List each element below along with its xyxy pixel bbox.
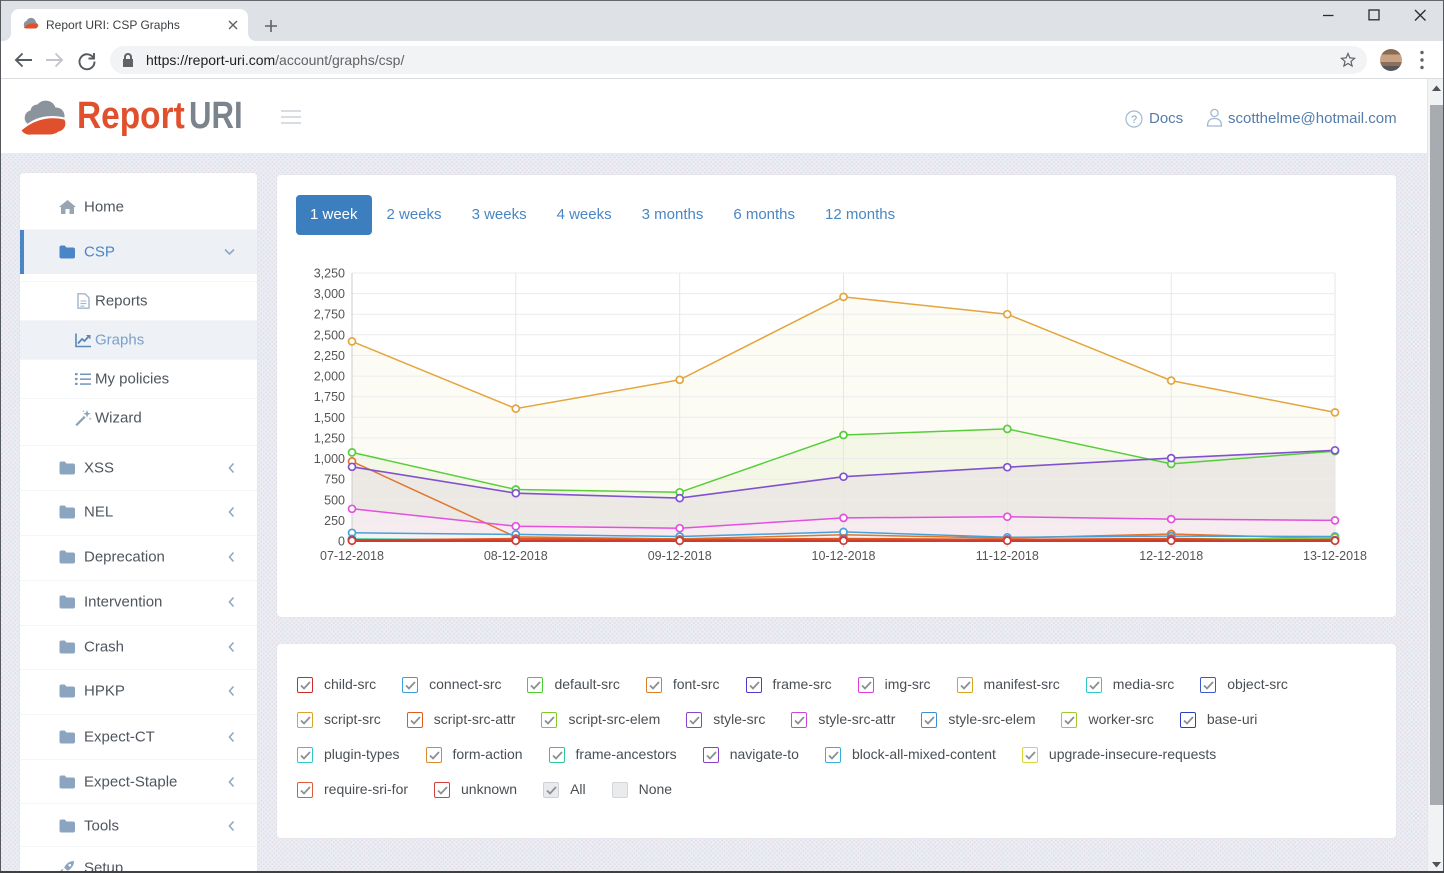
- svg-text:3,000: 3,000: [314, 287, 345, 301]
- svg-text:0: 0: [338, 535, 345, 549]
- svg-text:13-12-2018: 13-12-2018: [1303, 549, 1367, 563]
- svg-text:3,250: 3,250: [314, 267, 345, 281]
- svg-text:750: 750: [324, 473, 345, 487]
- svg-text:?: ?: [1131, 114, 1137, 126]
- svg-text:07-12-2018: 07-12-2018: [320, 549, 384, 563]
- svg-text:2,250: 2,250: [314, 349, 345, 363]
- svg-text:1,750: 1,750: [314, 390, 345, 404]
- svg-text:10-12-2018: 10-12-2018: [812, 549, 876, 563]
- svg-text:2,000: 2,000: [314, 370, 345, 384]
- svg-text:09-12-2018: 09-12-2018: [648, 549, 712, 563]
- svg-text:12-12-2018: 12-12-2018: [1139, 549, 1203, 563]
- svg-text:2,500: 2,500: [314, 328, 345, 342]
- svg-text:1,000: 1,000: [314, 452, 345, 466]
- svg-text:500: 500: [324, 493, 345, 507]
- svg-text:1,250: 1,250: [314, 431, 345, 445]
- svg-text:2,750: 2,750: [314, 308, 345, 322]
- svg-text:1,500: 1,500: [314, 411, 345, 425]
- svg-text:250: 250: [324, 514, 345, 528]
- svg-text:11-12-2018: 11-12-2018: [976, 549, 1039, 563]
- svg-text:08-12-2018: 08-12-2018: [484, 549, 548, 563]
